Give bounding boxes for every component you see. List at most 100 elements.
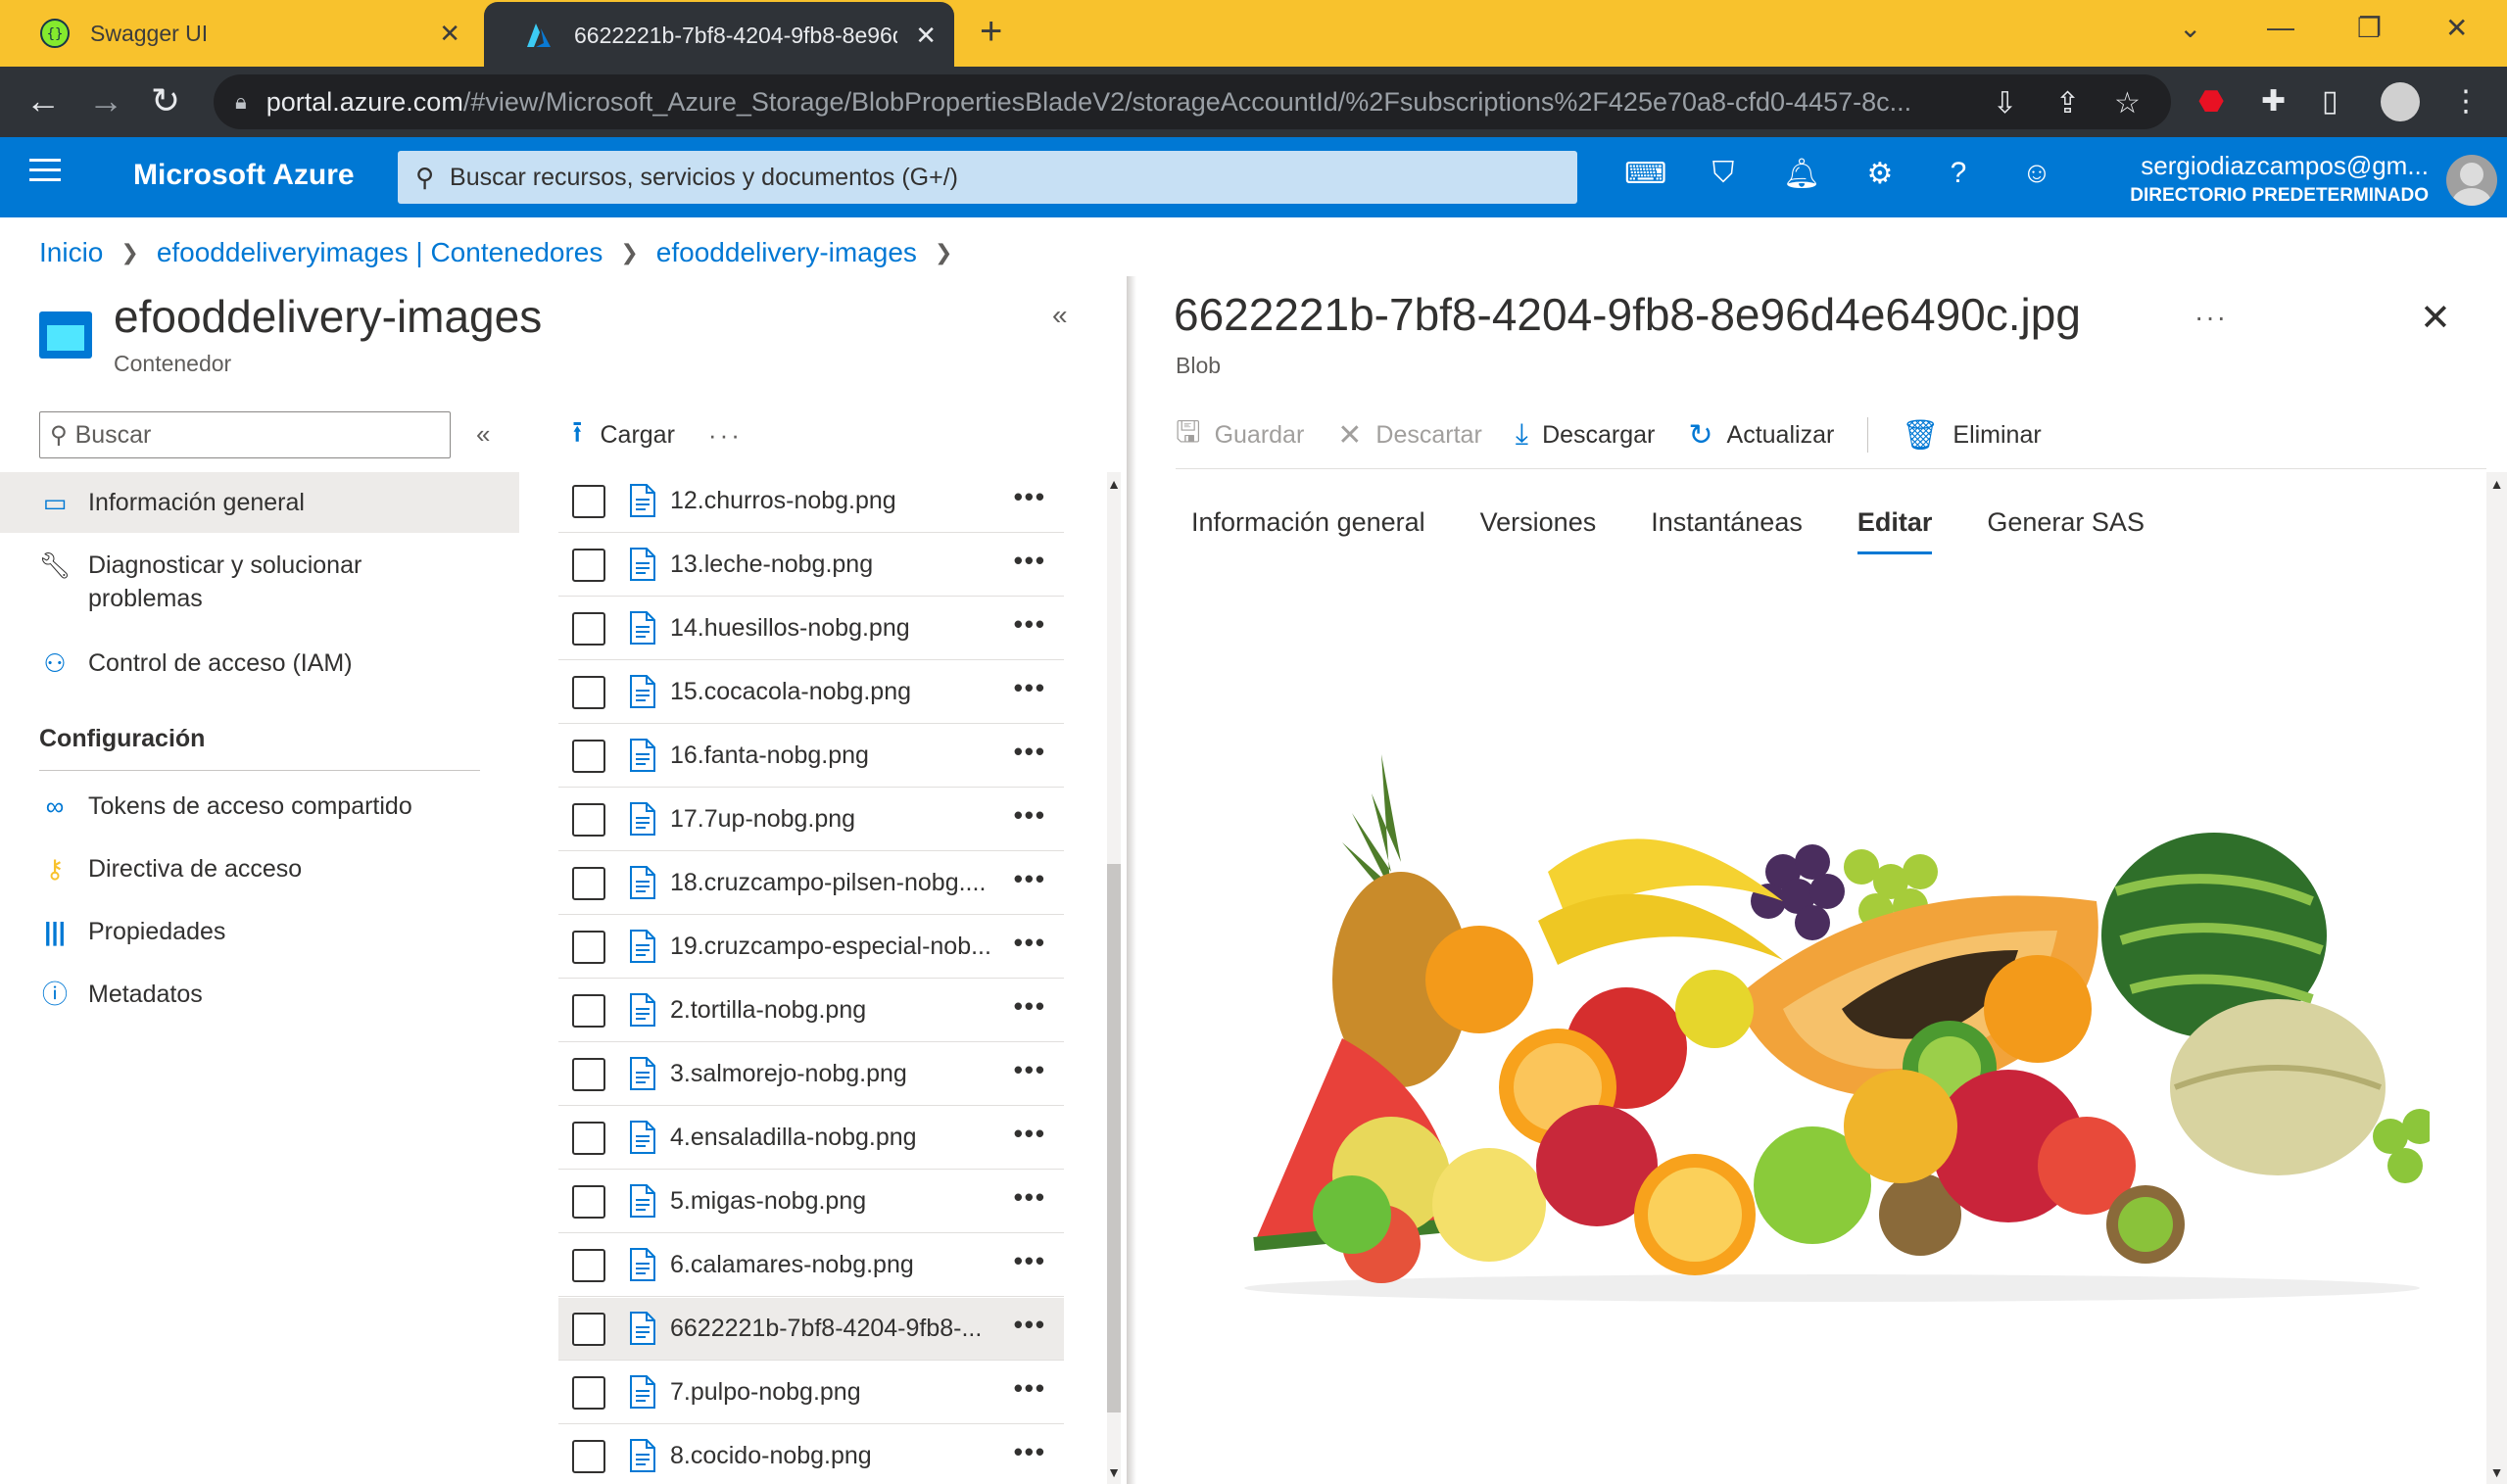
hamburger-menu-icon[interactable] [29,159,61,188]
file-row[interactable]: 14.huesillos-nobg.png ••• [558,598,1064,660]
extensions-puzzle-icon[interactable]: ✚ [2261,84,2286,119]
profile-avatar[interactable] [2381,82,2420,121]
azure-brand[interactable]: Microsoft Azure [133,159,355,192]
more-options-icon[interactable]: ··· [708,420,743,451]
collapse-blade-icon[interactable]: « [1052,300,1068,331]
close-blade-icon[interactable]: ✕ [2420,296,2451,340]
menu-item-metadata[interactable]: ⓘ Metadatos [0,978,519,1021]
menu-item-access-policy[interactable]: ⚷ Directiva de acceso [0,852,519,895]
browser-tab-swagger[interactable]: {} Swagger UI ✕ [0,0,478,67]
row-more-options-icon[interactable]: ••• [1014,1373,1046,1404]
row-more-options-icon[interactable]: ••• [1014,737,1046,767]
row-checkbox[interactable] [572,802,605,837]
tab-generate-sas[interactable]: Generar SAS [1987,507,2145,554]
minimize-icon[interactable]: — [2267,12,2294,43]
file-row[interactable]: 6.calamares-nobg.png ••• [558,1234,1064,1297]
menu-item-sas-tokens[interactable]: ∞ Tokens de acceso compartido [0,790,519,833]
row-checkbox[interactable] [572,1057,605,1091]
new-tab-icon[interactable]: + [980,10,1002,54]
row-checkbox[interactable] [572,930,605,964]
blade-scrollbar[interactable]: ▲ ▼ [2486,472,2507,1484]
refresh-button[interactable]: ↻ Actualizar [1688,418,1834,453]
row-checkbox[interactable] [572,484,605,518]
upload-button[interactable]: Cargar [601,421,675,450]
row-checkbox[interactable] [572,548,605,582]
bookmark-star-icon[interactable]: ☆ [2114,86,2141,120]
file-row[interactable]: 3.salmorejo-nobg.png ••• [558,1043,1064,1106]
breadcrumb-home[interactable]: Inicio [39,237,103,268]
menu-item-iam[interactable]: ⚇ Control de acceso (IAM) [0,646,519,690]
install-icon[interactable]: ⇩ [1993,86,2017,120]
row-checkbox[interactable] [572,1375,605,1410]
account-avatar[interactable] [2446,155,2497,206]
row-checkbox[interactable] [572,675,605,709]
side-panel-icon[interactable]: ▯ [2322,84,2338,119]
file-row[interactable]: 18.cruzcampo-pilsen-nobg.... ••• [558,852,1064,915]
tab-edit[interactable]: Editar [1856,507,1933,554]
row-checkbox[interactable] [572,1248,605,1282]
file-row[interactable]: 2.tortilla-nobg.png ••• [558,980,1064,1042]
file-row[interactable]: 8.cocido-nobg.png ••• [558,1425,1064,1484]
download-button[interactable]: ⤓ Descargar [1516,418,1656,452]
save-button[interactable]: 🖫 Guardar [1176,410,1304,460]
row-checkbox[interactable] [572,1121,605,1155]
adblock-extension-icon[interactable]: ⬣ [2198,84,2224,119]
row-more-options-icon[interactable]: ••• [1014,1246,1046,1276]
row-more-options-icon[interactable]: ••• [1014,609,1046,640]
menu-search-input[interactable]: ⚲ Buscar [39,411,451,458]
row-checkbox[interactable] [572,1184,605,1219]
blob-more-options-icon[interactable]: ··· [2194,302,2228,333]
close-tab-icon[interactable]: ✕ [915,21,937,51]
file-row[interactable]: 17.7up-nobg.png ••• [558,789,1064,851]
row-more-options-icon[interactable]: ••• [1014,864,1046,894]
restore-icon[interactable]: ❐ [2357,12,2382,44]
menu-item-properties[interactable]: ||| Propiedades [0,915,519,958]
reload-icon[interactable]: ↻ [151,80,180,121]
row-more-options-icon[interactable]: ••• [1014,1310,1046,1340]
share-icon[interactable]: ⇪ [2055,86,2080,120]
notifications-bell-icon[interactable]: 🔔︎ [1781,157,1822,198]
row-checkbox[interactable] [572,1312,605,1346]
tab-overview[interactable]: Información general [1191,507,1425,554]
file-row[interactable]: 13.leche-nobg.png ••• [558,534,1064,597]
back-icon[interactable]: ← [25,80,61,121]
file-row[interactable]: 4.ensaladilla-nobg.png ••• [558,1107,1064,1170]
directory-filter-icon[interactable]: ⛉ [1703,157,1744,198]
file-list-scrollbar[interactable]: ▲ ▼ [1107,472,1121,1484]
row-more-options-icon[interactable]: ••• [1014,1182,1046,1213]
feedback-icon[interactable]: ☺ [2016,157,2057,198]
row-checkbox[interactable] [572,611,605,646]
url-field[interactable]: 🔒︎ portal.azure.com/#view/Microsoft_Azur… [214,74,2171,129]
scroll-down-arrow-icon[interactable]: ▼ [1107,1464,1121,1480]
row-more-options-icon[interactable]: ••• [1014,482,1046,512]
global-search-input[interactable]: ⚲ Buscar recursos, servicios y documento… [398,151,1577,204]
row-more-options-icon[interactable]: ••• [1014,991,1046,1022]
tab-versions[interactable]: Versiones [1480,507,1597,554]
delete-button[interactable]: 🗑︎ Eliminar [1902,418,2041,453]
breadcrumb-containers[interactable]: efooddeliveryimages | Contenedores [157,237,603,268]
row-checkbox[interactable] [572,993,605,1028]
file-row[interactable]: 7.pulpo-nobg.png ••• [558,1362,1064,1424]
row-more-options-icon[interactable]: ••• [1014,800,1046,831]
help-icon[interactable]: ? [1938,157,1979,198]
row-checkbox[interactable] [572,866,605,900]
close-window-icon[interactable]: ✕ [2445,12,2468,44]
browser-menu-icon[interactable]: ⋮ [2451,84,2481,119]
row-checkbox[interactable] [572,739,605,773]
row-more-options-icon[interactable]: ••• [1014,546,1046,576]
breadcrumb-container[interactable]: efooddelivery-images [656,237,917,268]
row-checkbox[interactable] [572,1439,605,1473]
settings-gear-icon[interactable]: ⚙ [1859,157,1901,198]
close-tab-icon[interactable]: ✕ [439,19,460,49]
menu-item-overview[interactable]: ▭ Información general [0,472,519,533]
row-more-options-icon[interactable]: ••• [1014,673,1046,703]
file-row[interactable]: 15.cocacola-nobg.png ••• [558,661,1064,724]
collapse-menu-icon[interactable]: « [476,419,490,450]
file-row[interactable]: 16.fanta-nobg.png ••• [558,725,1064,788]
tab-search-icon[interactable]: ⌄ [2179,12,2201,44]
file-row[interactable]: 12.churros-nobg.png ••• [558,470,1064,533]
row-more-options-icon[interactable]: ••• [1014,1119,1046,1149]
scroll-up-arrow-icon[interactable]: ▲ [2486,476,2507,492]
discard-button[interactable]: ✕ Descartar [1337,418,1482,453]
row-more-options-icon[interactable]: ••• [1014,928,1046,958]
